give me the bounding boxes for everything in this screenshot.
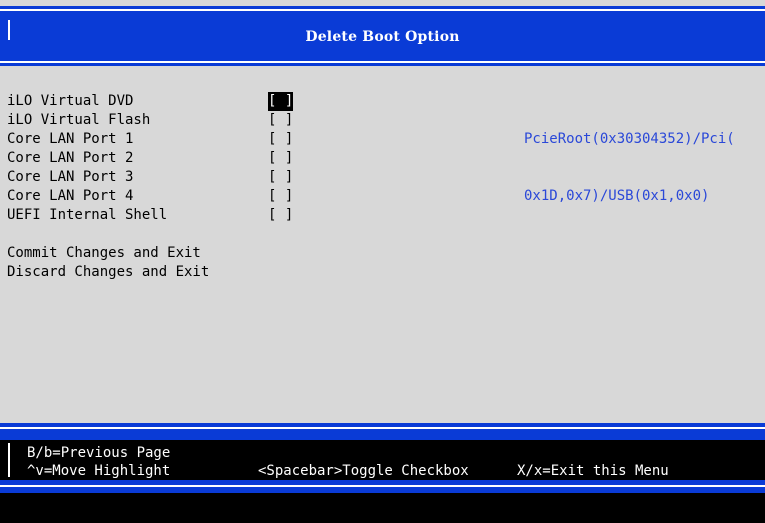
boot-option-label: Core LAN Port 2 [7, 150, 134, 166]
header-bottom-rule [0, 61, 765, 63]
footer-bottom [0, 493, 765, 523]
header-top-rule [0, 9, 765, 11]
boot-option-row[interactable]: Core LAN Port 2 [ ] [7, 149, 293, 168]
device-path-line-2: 0x1D,0x7)/USB(0x1,0x0) [524, 188, 710, 204]
discard-changes-exit[interactable]: Discard Changes and Exit [7, 263, 209, 282]
boot-option-row[interactable]: Core LAN Port 3 [ ] [7, 168, 293, 187]
page-title: Delete Boot Option [305, 29, 460, 45]
boot-option-list: iLO Virtual DVD [ ] iLO Virtual Flash [ … [7, 92, 294, 282]
footer-left-bar [8, 443, 10, 477]
footer-top-rule [0, 427, 765, 429]
boot-option-label: Core LAN Port 1 [7, 131, 134, 147]
boot-option-row[interactable]: iLO Virtual DVD [ ] [7, 92, 294, 111]
header: Delete Boot Option [0, 0, 765, 69]
toggle-checkbox-hint: <Spacebar>Toggle Checkbox [258, 463, 469, 479]
boot-option-checkbox[interactable]: [ ] [268, 206, 293, 225]
boot-option-label: UEFI Internal Shell [7, 207, 168, 223]
previous-page-hint: B/b=Previous Page [27, 445, 171, 461]
boot-option-checkbox[interactable]: [ ] [268, 111, 293, 130]
boot-option-row[interactable]: Core LAN Port 4 [ ] [7, 187, 293, 206]
boot-option-label: iLO Virtual DVD [7, 93, 134, 109]
commit-changes-exit[interactable]: Commit Changes and Exit [7, 244, 209, 263]
footer-bottom-rule [0, 485, 765, 487]
device-path-line-1: PcieRoot(0x30304352)/Pci( [524, 131, 735, 147]
boot-option-checkbox[interactable]: [ ] [268, 92, 294, 111]
boot-option-label: Core LAN Port 3 [7, 169, 134, 185]
boot-option-checkbox[interactable]: [ ] [268, 130, 293, 149]
boot-option-row[interactable]: Core LAN Port 1 [ ] [7, 130, 293, 149]
device-path-text: PcieRoot(0x30304352)/Pci( 0x1D,0x7)/USB(… [524, 92, 735, 244]
boot-option-checkbox[interactable]: [ ] [268, 168, 293, 187]
boot-option-row[interactable]: UEFI Internal Shell [ ] [7, 206, 293, 225]
boot-option-row[interactable]: iLO Virtual Flash [ ] [7, 111, 293, 130]
boot-option-label: Core LAN Port 4 [7, 188, 134, 204]
boot-option-checkbox[interactable]: [ ] [268, 187, 293, 206]
move-highlight-hint: ^v=Move Highlight [27, 463, 171, 479]
boot-option-checkbox[interactable]: [ ] [268, 149, 293, 168]
exit-menu-hint: X/x=Exit this Menu [517, 463, 669, 479]
bios-screen: Delete Boot Option iLO Virtual DVD [ ] i… [0, 0, 765, 523]
boot-option-label: iLO Virtual Flash [7, 112, 151, 128]
